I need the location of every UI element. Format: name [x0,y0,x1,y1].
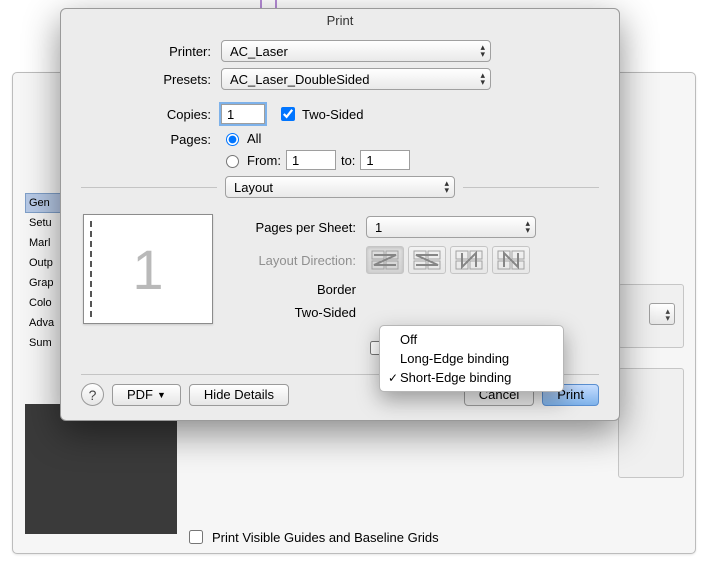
sidebar-item: Grap [25,273,61,293]
checkbox[interactable] [189,530,203,544]
pps-select[interactable]: 1 ▴▾ [366,216,536,238]
pages-from-input[interactable] [286,150,336,170]
background-panel [618,368,684,478]
two-sided-option-label: Two-Sided [231,305,366,320]
sidebar-item: Sum [25,333,61,353]
sidebar-item: Colo [25,293,61,313]
background-panel: ▴▾ [618,284,684,348]
sidebar-item: Setu [25,213,61,233]
presets-select[interactable]: AC_Laser_DoubleSided ▴▾ [221,68,491,90]
sidebar-item: Adva [25,313,61,333]
background-preview [25,404,177,534]
sidebar-item: Marl [25,233,61,253]
two-sided-checkbox[interactable]: Two-Sided [277,104,363,124]
layout-dir-revn-icon[interactable] [492,246,530,274]
layout-dir-n-icon[interactable] [450,246,488,274]
sidebar-item: Outp [25,253,61,273]
pdf-button[interactable]: PDF ▼ [112,384,181,406]
checkmark-icon: ✓ [386,371,400,385]
pages-from-radio[interactable]: From: to: [221,150,410,170]
background-sidebar: Gen Setu Marl Outp Grap Colo Adva Sum [25,193,61,353]
layout-dir-s-icon[interactable] [408,246,446,274]
dialog-title: Print [61,9,619,34]
updown-icon: ▴▾ [480,72,485,86]
two-sided-menu: Off Long-Edge binding ✓ Short-Edge bindi… [379,325,564,392]
chevron-down-icon: ▼ [157,390,166,400]
pages-all-radio[interactable]: All [221,130,410,146]
updown-icon: ▴▾ [444,180,449,194]
pps-label: Pages per Sheet: [231,220,366,235]
border-label: Border [231,282,366,297]
printer-select[interactable]: AC_Laser ▴▾ [221,40,491,62]
checkbox-label: Print Visible Guides and Baseline Grids [212,530,439,545]
printer-label: Printer: [61,44,221,59]
layout-dir-z-icon[interactable] [366,246,404,274]
section-select[interactable]: Layout ▴▾ [225,176,455,198]
menu-item-off[interactable]: Off [380,330,563,349]
updown-icon: ▴▾ [525,220,530,234]
menu-item-short-edge[interactable]: ✓ Short-Edge binding [380,368,563,387]
copies-label: Copies: [61,107,221,122]
pages-to-input[interactable] [360,150,410,170]
print-guides-checkbox[interactable]: Print Visible Guides and Baseline Grids [185,527,439,547]
menu-item-long-edge[interactable]: Long-Edge binding [380,349,563,368]
presets-label: Presets: [61,72,221,87]
layout-preview: 1 [83,214,213,324]
sidebar-item: Gen [25,193,61,213]
hide-details-button[interactable]: Hide Details [189,384,289,406]
layout-direction-label: Layout Direction: [231,253,366,268]
help-button[interactable]: ? [81,383,104,406]
copies-input[interactable] [221,104,265,124]
updown-icon: ▴▾ [480,44,485,58]
pages-label: Pages: [61,130,221,147]
